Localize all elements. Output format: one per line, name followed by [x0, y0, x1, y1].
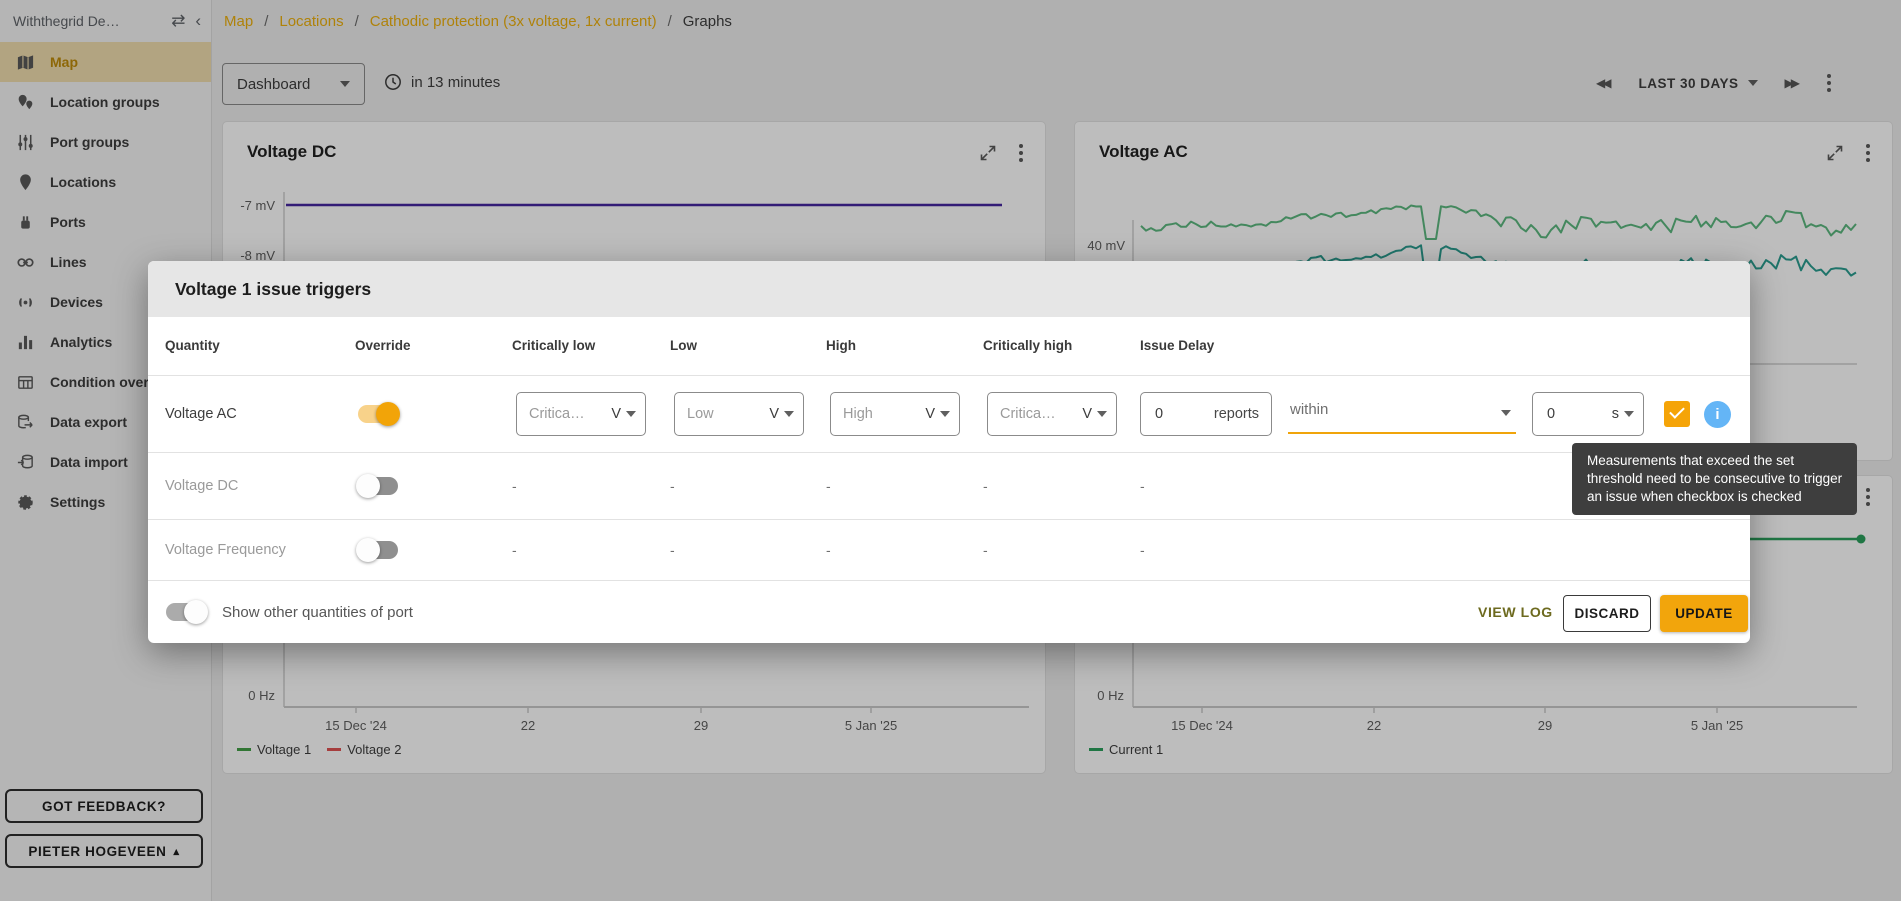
empty-value: -	[983, 542, 988, 558]
tooltip-line: Measurements that exceed the set	[1587, 452, 1842, 470]
critically-high-field[interactable]: Critica… V	[987, 392, 1117, 436]
low-field[interactable]: Low V	[674, 392, 804, 436]
show-other-quantities-toggle[interactable]	[166, 603, 206, 621]
field-placeholder: High	[831, 406, 925, 422]
consecutive-checkbox[interactable]	[1664, 401, 1690, 427]
view-log-button[interactable]: VIEW LOG	[1472, 603, 1559, 621]
window-field[interactable]: 0 s	[1532, 392, 1644, 436]
within-select-value: within	[1290, 401, 1328, 418]
modal-header: Voltage 1 issue triggers	[148, 261, 1750, 317]
window-unit-select[interactable]: s	[1612, 406, 1624, 422]
show-other-quantities-label: Show other quantities of port	[222, 604, 413, 621]
col-override: Override	[355, 317, 411, 375]
tooltip-line: an issue when checkbox is checked	[1587, 488, 1842, 506]
modal-title: Voltage 1 issue triggers	[175, 279, 371, 300]
discard-button[interactable]: DISCARD	[1563, 595, 1651, 632]
chevron-down-icon	[626, 411, 636, 417]
chevron-down-icon	[1501, 410, 1511, 416]
window-value[interactable]: 0	[1533, 406, 1612, 422]
col-quantity: Quantity	[165, 317, 220, 375]
col-issue-delay: Issue Delay	[1140, 317, 1214, 375]
override-toggle[interactable]	[358, 405, 398, 423]
issue-triggers-modal: Voltage 1 issue triggers Quantity Overri…	[148, 261, 1750, 643]
reports-count-field[interactable]: 0 reports	[1140, 392, 1272, 436]
empty-value: -	[826, 478, 831, 494]
override-toggle[interactable]	[358, 541, 398, 559]
trigger-row-voltage-ac: Voltage AC Critica… V Low V High V Criti…	[148, 376, 1750, 453]
empty-value: -	[670, 478, 675, 494]
info-icon[interactable]: i	[1704, 401, 1731, 428]
col-critically-low: Critically low	[512, 317, 595, 375]
info-tooltip: Measurements that exceed the set thresho…	[1572, 443, 1857, 515]
unit-select-value[interactable]: V	[925, 406, 940, 422]
field-placeholder: Critica…	[988, 406, 1082, 422]
override-toggle[interactable]	[358, 477, 398, 495]
chevron-down-icon	[784, 411, 794, 417]
empty-value: -	[826, 542, 831, 558]
field-placeholder: Critica…	[517, 406, 611, 422]
critically-low-field[interactable]: Critica… V	[516, 392, 646, 436]
within-select[interactable]: within	[1288, 392, 1516, 434]
empty-value: -	[1140, 478, 1145, 494]
chevron-down-icon	[1097, 411, 1107, 417]
col-critically-high: Critically high	[983, 317, 1072, 375]
unit-select-value[interactable]: V	[1082, 406, 1097, 422]
high-field[interactable]: High V	[830, 392, 960, 436]
empty-value: -	[512, 478, 517, 494]
trigger-row-voltage-dc: Voltage DC - - - - -	[148, 453, 1750, 520]
chevron-down-icon	[1624, 411, 1634, 417]
quantity-label: Voltage Frequency	[165, 542, 286, 558]
modal-footer: Show other quantities of port VIEW LOG D…	[148, 581, 1750, 647]
field-placeholder: Low	[675, 406, 769, 422]
quantity-label: Voltage DC	[165, 478, 238, 494]
update-button[interactable]: UPDATE	[1660, 595, 1748, 632]
empty-value: -	[512, 542, 517, 558]
reports-suffix: reports	[1214, 406, 1271, 422]
empty-value: -	[1140, 542, 1145, 558]
unit-select-value[interactable]: V	[611, 406, 626, 422]
quantity-label: Voltage AC	[165, 406, 237, 422]
tooltip-line: threshold need to be consecutive to trig…	[1587, 470, 1842, 488]
col-low: Low	[670, 317, 697, 375]
chevron-down-icon	[940, 411, 950, 417]
trigger-row-voltage-frequency: Voltage Frequency - - - - -	[148, 520, 1750, 581]
empty-value: -	[983, 478, 988, 494]
col-high: High	[826, 317, 856, 375]
table-header-row: Quantity Override Critically low Low Hig…	[148, 317, 1750, 376]
empty-value: -	[670, 542, 675, 558]
unit-select-value[interactable]: V	[769, 406, 784, 422]
reports-value[interactable]: 0	[1141, 406, 1214, 422]
